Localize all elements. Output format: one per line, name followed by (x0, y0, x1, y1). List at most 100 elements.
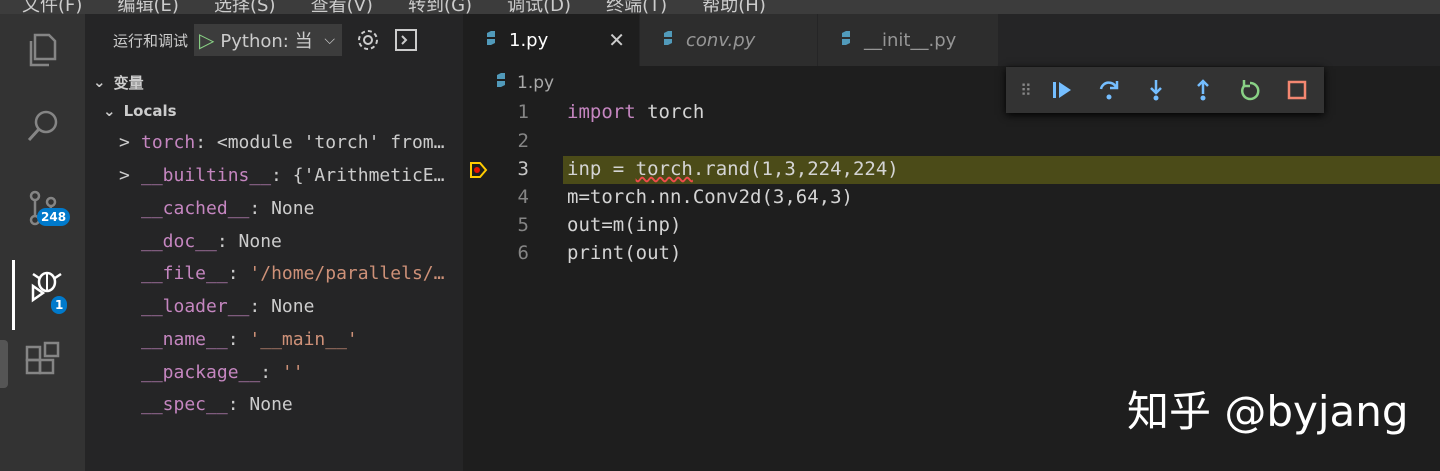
stop-button[interactable] (1273, 70, 1320, 110)
variable-row[interactable]: __loader__: None (85, 296, 463, 326)
tab-conv-py[interactable]: conv.py (640, 14, 818, 66)
stop-icon (1287, 80, 1306, 100)
variable-row[interactable]: __name__: '__main__' (85, 329, 463, 359)
line-number: 6 (517, 242, 529, 264)
drag-handle-icon[interactable]: ⠿ (1020, 81, 1038, 100)
code-text: print(out) (567, 242, 682, 264)
code-line[interactable]: 6 print(out) (463, 240, 1440, 268)
variable-value: {'ArithmeticE… (292, 165, 445, 186)
extensions-button[interactable] (0, 330, 85, 390)
line-number: 5 (517, 214, 529, 236)
code-text: out=m(inp) (567, 214, 682, 236)
tab-1-py[interactable]: 1.py ✕ (463, 14, 640, 66)
variable-value: '/home/parallels/… (249, 263, 445, 284)
code-text: m=torch.nn.Conv2d(3,64,3) (567, 186, 853, 208)
search-icon (27, 110, 57, 142)
step-over-button[interactable] (1085, 70, 1132, 110)
code-warning: torch (635, 158, 693, 180)
chevron-right-icon: > (119, 165, 130, 186)
scm-count-badge: 248 (37, 208, 71, 226)
menu-view[interactable]: 查看(V) (311, 0, 373, 14)
variable-row[interactable]: __spec__: None (85, 394, 463, 424)
menu-selection[interactable]: 选择(S) (214, 0, 275, 14)
menu-bar: 文件(F) 编辑(E) 选择(S) 查看(V) 转到(G) 调试(D) 终端(T… (0, 0, 1440, 14)
continue-button[interactable] (1038, 70, 1085, 110)
code-text: .rand(1,3,224,224) (692, 158, 899, 180)
variable-name: __cached__ (141, 198, 250, 219)
restart-button[interactable] (1226, 70, 1273, 110)
launch-config-select[interactable]: ▷ Python: 当 ⌵ (194, 24, 343, 56)
variable-row[interactable]: > __builtins__: {'ArithmeticE… (85, 165, 463, 195)
source-control-button[interactable]: 248 (0, 178, 85, 238)
variable-name: __doc__ (141, 231, 217, 252)
scope-label: Locals (123, 102, 177, 120)
variable-row[interactable]: __cached__: None (85, 198, 463, 228)
variable-name: __loader__ (141, 296, 250, 317)
step-into-button[interactable] (1132, 70, 1179, 110)
continue-icon (1052, 82, 1071, 98)
terminal-icon[interactable] (394, 28, 418, 52)
window-edge (0, 340, 8, 388)
line-number: 3 (517, 158, 529, 180)
step-out-icon (1196, 79, 1209, 101)
code-text: inp = (567, 158, 636, 180)
watermark: 知乎 @byjang (1127, 387, 1409, 436)
menu-file[interactable]: 文件(F) (22, 0, 82, 14)
code-line[interactable]: 5 out=m(inp) (463, 212, 1440, 240)
gear-icon[interactable] (356, 28, 380, 52)
variable-value: None (249, 394, 293, 415)
debug-toolbar: ⠿ (1006, 67, 1324, 113)
chevron-down-icon: ⌵ (324, 32, 336, 48)
variables-title: 变量 (113, 73, 144, 92)
chevron-down-icon: ⌄ (103, 102, 116, 120)
variable-row[interactable]: __file__: '/home/parallels/… (85, 263, 463, 293)
line-number: 4 (517, 186, 529, 208)
extensions-icon (25, 341, 59, 375)
current-code-line[interactable]: 3 inp = torch.rand(1,3,224,224) (463, 156, 1440, 184)
variable-value: '' (281, 362, 304, 383)
locals-scope[interactable]: ⌄ Locals (103, 102, 177, 120)
variable-value: <module 'torch' from… (216, 132, 445, 153)
close-icon[interactable]: ✕ (608, 28, 625, 52)
run-debug-button[interactable]: 1 (0, 254, 85, 314)
variable-value: None (271, 296, 315, 317)
variable-row[interactable]: __doc__: None (85, 231, 463, 261)
code-text: torch (635, 101, 705, 123)
line-number: 1 (517, 101, 529, 123)
restart-icon (1240, 80, 1259, 101)
debug-count-badge: 1 (51, 296, 68, 314)
tab-init-py[interactable]: __init__.py (818, 14, 999, 66)
variable-name: torch (141, 132, 196, 153)
step-out-button[interactable] (1179, 70, 1226, 110)
python-file-icon (838, 30, 854, 51)
variables-section-header[interactable]: ⌄ 变量 (85, 69, 463, 95)
menu-terminal[interactable]: 终端(T) (606, 0, 667, 14)
code-keyword: import (567, 101, 636, 123)
menu-edit[interactable]: 编辑(E) (118, 0, 179, 14)
python-file-icon (493, 72, 509, 93)
tab-bar: 1.py ✕ conv.py __init__.py (463, 14, 1440, 66)
variable-value: None (271, 198, 315, 219)
debug-pointer-icon (470, 162, 488, 178)
launch-config-label: Python: 当 (220, 31, 313, 52)
variable-name: __spec__ (141, 394, 228, 415)
chevron-right-icon: > (119, 132, 130, 153)
menu-go[interactable]: 转到(G) (408, 0, 472, 14)
code-line[interactable]: 4 m=torch.nn.Conv2d(3,64,3) (463, 184, 1440, 212)
menu-help[interactable]: 帮助(H) (702, 0, 766, 14)
step-over-icon (1099, 81, 1118, 100)
start-debug-icon[interactable]: ▷ (199, 28, 214, 52)
search-button[interactable] (0, 96, 85, 156)
variable-row[interactable]: > torch: <module 'torch' from… (85, 132, 463, 162)
debug-header: 运行和调试 ▷ Python: 当 ⌵ (85, 14, 463, 66)
variable-name: __file__ (141, 263, 228, 284)
python-file-icon (483, 30, 499, 51)
breadcrumb[interactable]: 1.py (493, 72, 554, 93)
variable-row[interactable]: __package__: '' (85, 362, 463, 392)
menu-debug[interactable]: 调试(D) (507, 0, 571, 14)
tab-label: __init__.py (864, 29, 957, 51)
code-line[interactable]: 2 (463, 128, 1440, 156)
tab-label: 1.py (509, 29, 549, 51)
variable-name: __builtins__ (141, 165, 272, 186)
explorer-button[interactable] (0, 19, 85, 79)
